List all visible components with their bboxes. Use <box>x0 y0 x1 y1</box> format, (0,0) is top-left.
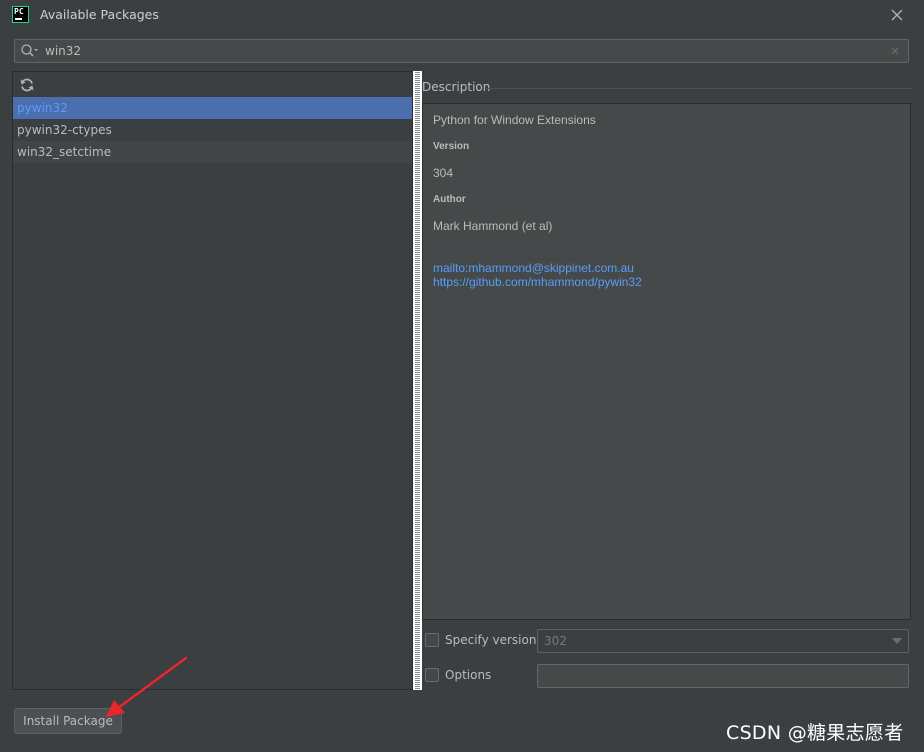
window-title: Available Packages <box>40 7 159 22</box>
description-header: Description <box>422 80 491 94</box>
clear-icon[interactable] <box>889 45 901 57</box>
watermark: CSDN @糖果志愿者 <box>726 722 904 744</box>
options-checkbox[interactable] <box>425 668 439 682</box>
panel-splitter[interactable] <box>413 71 422 690</box>
options-input[interactable] <box>537 664 909 688</box>
author-label: Author <box>433 194 466 205</box>
list-item[interactable]: pywin32-ctypes <box>13 119 412 141</box>
title-bar: PC Available Packages <box>0 0 924 30</box>
list-item[interactable]: pywin32 <box>13 97 412 119</box>
refresh-icon[interactable] <box>19 77 35 93</box>
version-label: Version <box>433 141 470 152</box>
options-label: Options <box>445 668 492 682</box>
specify-version-checkbox[interactable] <box>425 633 439 647</box>
version-value: 304 <box>433 166 454 180</box>
author-value: Mark Hammond (et al) <box>433 219 553 233</box>
email-link[interactable]: mailto:mhammond@skippinet.com.au <box>433 261 634 275</box>
search-input[interactable] <box>45 42 885 60</box>
annotation-arrow <box>106 656 188 717</box>
version-select-value: 302 <box>544 634 567 648</box>
section-divider <box>486 88 912 89</box>
close-icon[interactable] <box>886 4 908 26</box>
description-panel: Python for Window Extensions Version 304… <box>422 103 911 620</box>
chevron-down-icon <box>892 638 902 644</box>
package-list-panel: pywin32 pywin32-ctypes win32_setctime <box>12 71 413 690</box>
package-summary: Python for Window Extensions <box>433 113 596 127</box>
package-list: pywin32 pywin32-ctypes win32_setctime <box>13 97 412 163</box>
package-search-box[interactable] <box>14 39 909 63</box>
list-item[interactable]: win32_setctime <box>13 141 412 163</box>
specify-version-label: Specify version <box>445 633 537 647</box>
version-select[interactable]: 302 <box>537 629 909 653</box>
github-link[interactable]: https://github.com/mhammond/pywin32 <box>433 275 642 289</box>
search-icon[interactable] <box>20 43 38 59</box>
pycharm-logo: PC <box>12 6 29 23</box>
